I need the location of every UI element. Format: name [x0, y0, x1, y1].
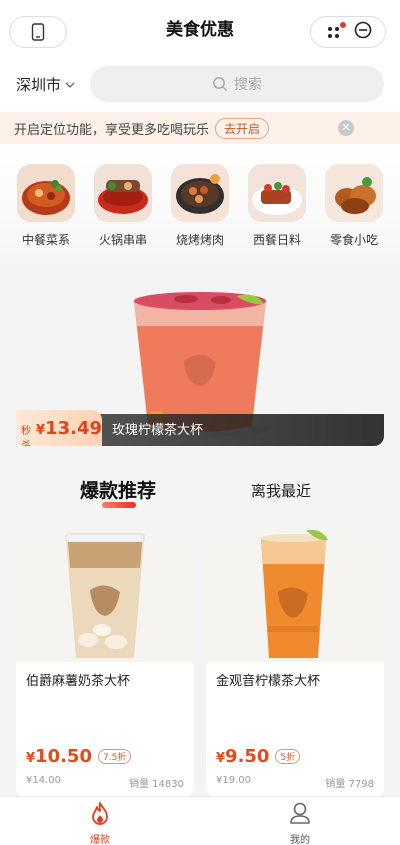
hotpot-icon	[94, 164, 152, 222]
search-icon	[213, 77, 228, 92]
circle-minus-icon	[354, 21, 371, 39]
product-name: 金观音柠檬茶大杯	[216, 674, 321, 689]
tab-label: 我的	[290, 835, 310, 845]
category-item-snack[interactable]: 零食小吃	[320, 164, 388, 248]
category-item-chinese[interactable]: 中餐菜系	[12, 164, 80, 248]
location-permission-notice: 开启定位功能，享受更多吃喝玩乐 去开启 ✕	[0, 112, 400, 144]
category-item-bbq[interactable]: 烧烤烤肉	[166, 164, 234, 248]
tab-mine[interactable]: 我的	[270, 801, 330, 845]
flame-icon	[92, 802, 108, 825]
category-label: 烧烤烤肉	[175, 233, 224, 247]
product-name: 伯爵麻薯奶茶大杯	[26, 674, 131, 689]
chevron-down-icon	[65, 82, 75, 88]
category-label: 西餐日料	[252, 233, 301, 247]
product-card[interactable]: 伯爵麻薯奶茶大杯 ¥ 10.50 7.5折 ¥14.00 销量 14830	[16, 530, 194, 796]
original-price: ¥14.00	[26, 775, 61, 786]
tab-hot-deals[interactable]: 爆款	[70, 801, 130, 845]
tab-nearby[interactable]: 离我最近	[251, 480, 311, 501]
sales-count: 销量 14830	[129, 779, 184, 790]
flash-sale-price-tag: 秒杀 ¥ 13.49	[16, 410, 102, 446]
category-label: 中餐菜系	[21, 233, 70, 247]
currency-symbol: ¥	[26, 751, 36, 766]
more-dots-button[interactable]	[325, 22, 347, 41]
category-grid: 中餐菜系 火锅串串 烧烤烤肉 西餐日料 零食小吃	[0, 144, 400, 262]
chinese-food-icon	[17, 164, 75, 222]
top-bar: 美食优惠	[0, 0, 400, 56]
close-icon[interactable]: ✕	[338, 120, 354, 136]
flash-sale-banner[interactable]: 秒杀 ¥ 13.49 玫瑰柠檬茶大杯	[16, 266, 384, 446]
product-card[interactable]: 金观音柠檬茶大杯 ¥ 9.50 5折 ¥19.00 销量 7798	[206, 530, 384, 796]
original-price: ¥19.00	[216, 775, 251, 786]
category-label: 零食小吃	[329, 233, 378, 247]
flash-sale-price: 13.49	[45, 418, 102, 439]
close-mini-program-button[interactable]	[354, 21, 372, 43]
product-price: ¥ 9.50 5折	[216, 746, 301, 767]
product-price: ¥ 10.50 7.5折	[26, 746, 132, 767]
category-item-western[interactable]: 西餐日料	[243, 164, 311, 248]
product-image	[16, 530, 194, 662]
price-value: 10.50	[35, 746, 92, 767]
currency-symbol: ¥	[216, 751, 226, 766]
price-value: 9.50	[225, 746, 270, 767]
city-label: 深圳市	[16, 76, 62, 94]
discount-badge: 7.5折	[97, 749, 132, 764]
sales-count: 销量 7798	[325, 779, 374, 790]
bottom-tab-bar: 爆款 我的	[0, 796, 400, 845]
category-label: 火锅串串	[98, 233, 147, 247]
user-icon	[290, 802, 310, 824]
city-selector[interactable]: 深圳市	[16, 74, 75, 95]
tab-label: 爆款	[90, 835, 110, 845]
bbq-icon	[171, 164, 229, 222]
product-image	[206, 530, 384, 662]
search-input[interactable]: 搜索	[90, 66, 384, 102]
list-tabs: 爆款推荐 离我最近	[0, 466, 400, 518]
western-food-icon	[248, 164, 306, 222]
flash-sale-label: 秒杀	[21, 426, 31, 446]
notification-dot	[339, 22, 346, 28]
mini-program-capsule	[310, 16, 386, 48]
snack-icon	[325, 164, 383, 222]
tab-hot-recommend[interactable]: 爆款推荐	[80, 476, 156, 503]
search-placeholder: 搜索	[234, 77, 262, 93]
notice-text: 开启定位功能，享受更多吃喝玩乐	[14, 122, 210, 138]
category-item-hotpot[interactable]: 火锅串串	[89, 164, 157, 248]
discount-badge: 5折	[275, 749, 301, 764]
enable-location-button[interactable]: 去开启	[215, 117, 270, 139]
location-search-row: 深圳市 搜索	[0, 56, 400, 112]
active-tab-indicator	[102, 502, 136, 508]
banner-product-name: 玫瑰柠檬茶大杯	[112, 423, 204, 438]
currency-symbol: ¥	[36, 423, 46, 438]
